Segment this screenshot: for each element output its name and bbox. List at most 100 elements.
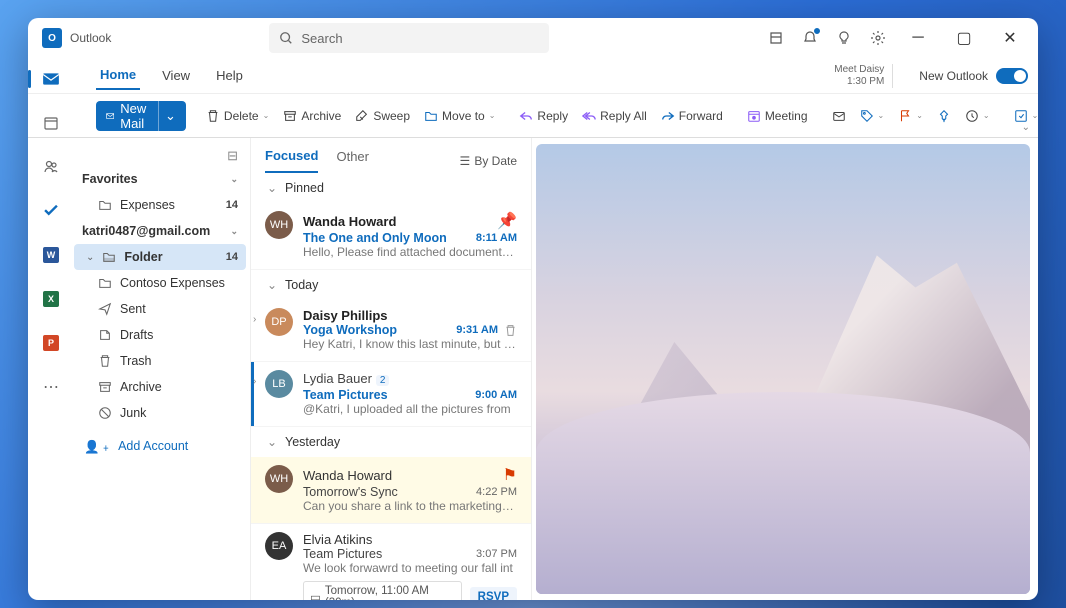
reply-all-icon	[582, 109, 596, 123]
nav-folder[interactable]: ⌄ Folder14	[74, 244, 246, 270]
thread-expand-icon[interactable]: ›	[253, 376, 256, 387]
message-item[interactable]: WH Wanda Howard⚑ Tomorrow's Sync4:22 PM …	[251, 457, 531, 524]
menu-home[interactable]: Home	[96, 61, 140, 90]
nav-drafts[interactable]: Drafts	[74, 322, 246, 348]
outlook-app-icon: O	[42, 28, 62, 48]
nav-account[interactable]: katri0487@gmail.com⌄	[74, 218, 246, 244]
thread-count-badge: 2	[376, 375, 390, 386]
event-time: ▭Tomorrow, 11:00 AM (30m)	[303, 581, 462, 600]
reading-pane	[532, 138, 1038, 600]
group-pinned[interactable]: Pinned	[251, 173, 531, 203]
move-to-button[interactable]: Move to⌄	[420, 105, 499, 127]
meeting-name: Meet Daisy	[834, 64, 884, 76]
selection-indicator	[251, 362, 254, 426]
filter-button[interactable]: ☰By Date	[460, 154, 517, 168]
app-name: Outlook	[70, 31, 111, 45]
minimize-button[interactable]: ─	[904, 24, 932, 52]
rail-powerpoint[interactable]: P	[38, 330, 64, 356]
avatar: LB	[265, 370, 293, 398]
folder-icon	[424, 109, 438, 123]
sweep-button[interactable]: Sweep	[351, 105, 414, 127]
close-button[interactable]: ✕	[996, 24, 1024, 52]
pin-icon[interactable]: 📌	[497, 211, 517, 231]
nav-junk[interactable]: Junk	[74, 400, 246, 426]
archive-icon	[283, 109, 297, 123]
categorize-button[interactable]: ⌄	[856, 105, 889, 127]
menu-help[interactable]: Help	[212, 62, 247, 89]
rail-people[interactable]	[38, 154, 64, 180]
tab-focused[interactable]: Focused	[265, 148, 318, 173]
read-unread-button[interactable]	[828, 105, 850, 127]
titlebar: O Outlook Search ─ ▢ ✕	[28, 18, 1038, 58]
snooze-button[interactable]: ⌄	[961, 105, 994, 127]
new-outlook-toggle[interactable]: New Outlook	[911, 68, 1028, 84]
next-meeting[interactable]: Meet Daisy 1:30 PM	[834, 64, 893, 88]
sent-icon	[98, 302, 112, 316]
menubar: Home View Help Meet Daisy 1:30 PM New Ou…	[28, 58, 1038, 94]
notification-badge	[813, 27, 821, 35]
ribbon-expand[interactable]: ⌄	[1022, 122, 1030, 133]
maximize-button[interactable]: ▢	[950, 24, 978, 52]
meeting-time: 1:30 PM	[834, 76, 884, 88]
rail-todo[interactable]	[38, 198, 64, 224]
add-account-button[interactable]: 👤﹢Add Account	[74, 426, 246, 461]
sweep-icon	[355, 109, 369, 123]
search-input[interactable]: Search	[269, 23, 549, 53]
rail-more[interactable]: ⋯	[38, 374, 64, 400]
app-rail: W X P ⋯	[28, 58, 74, 600]
clock-icon	[965, 109, 979, 123]
tips-icon[interactable]	[836, 30, 852, 46]
new-outlook-label: New Outlook	[919, 69, 988, 83]
meeting-icon	[747, 109, 761, 123]
rsvp-button[interactable]: RSVP	[470, 587, 517, 600]
flag-icon	[898, 109, 912, 123]
toggle-switch[interactable]	[996, 68, 1028, 84]
group-yesterday[interactable]: Yesterday	[251, 427, 531, 457]
tag-icon	[860, 109, 874, 123]
new-mail-dropdown[interactable]: ⌄	[158, 101, 182, 131]
reply-button[interactable]: Reply	[515, 105, 572, 127]
delete-icon[interactable]	[504, 324, 517, 337]
forward-button[interactable]: Forward	[657, 105, 727, 127]
trash-icon	[206, 109, 220, 123]
rail-word[interactable]: W	[38, 242, 64, 268]
archive-button[interactable]: Archive	[279, 105, 345, 127]
nav-contoso[interactable]: Contoso Expenses	[74, 270, 246, 296]
avatar: DP	[265, 308, 293, 336]
new-mail-button[interactable]: New Mail ⌄	[96, 101, 186, 131]
meeting-button[interactable]: Meeting	[743, 105, 812, 127]
mail-icon	[106, 109, 114, 123]
filter-icon: ☰	[460, 154, 471, 168]
menu-view[interactable]: View	[158, 62, 194, 89]
flag-button[interactable]: ⌄	[894, 105, 927, 127]
nav-trash[interactable]: Trash	[74, 348, 246, 374]
tab-other[interactable]: Other	[336, 149, 369, 172]
flag-icon[interactable]: ⚑	[503, 465, 517, 485]
ribbon-mode-icon[interactable]	[768, 30, 784, 46]
nav-expenses[interactable]: Expenses14	[74, 192, 246, 218]
nav-archive[interactable]: Archive	[74, 374, 246, 400]
message-item[interactable]: WH Wanda Howard📌 The One and Only Moon8:…	[251, 203, 531, 270]
nav-favorites[interactable]: Favorites⌄	[74, 166, 246, 192]
pin-button[interactable]	[933, 105, 955, 127]
new-mail-label: New Mail	[120, 101, 152, 131]
settings-icon[interactable]	[870, 30, 886, 46]
person-plus-icon: 👤﹢	[84, 436, 112, 455]
group-today[interactable]: Today	[251, 270, 531, 300]
rail-excel[interactable]: X	[38, 286, 64, 312]
message-item[interactable]: EA Elvia Atikins Team Pictures3:07 PM We…	[251, 524, 531, 600]
thread-expand-icon[interactable]: ›	[253, 314, 256, 325]
quick-steps-icon	[1014, 109, 1028, 123]
notifications-icon[interactable]	[802, 30, 818, 46]
reply-all-button[interactable]: Reply All	[578, 105, 651, 127]
message-item[interactable]: › DP Daisy Phillips Yoga Workshop9:31 AM…	[251, 300, 531, 362]
forward-icon	[661, 109, 675, 123]
delete-button[interactable]: Delete⌄	[202, 105, 273, 127]
message-item[interactable]: › LB Lydia Bauer2 Team Pictures9:00 AM @…	[251, 362, 531, 427]
nav-collapse-icon[interactable]: ⊟	[74, 146, 246, 166]
search-icon	[279, 31, 293, 45]
search-placeholder: Search	[301, 31, 342, 46]
pin-icon	[937, 109, 951, 123]
nav-sent[interactable]: Sent	[74, 296, 246, 322]
junk-icon	[98, 406, 112, 420]
